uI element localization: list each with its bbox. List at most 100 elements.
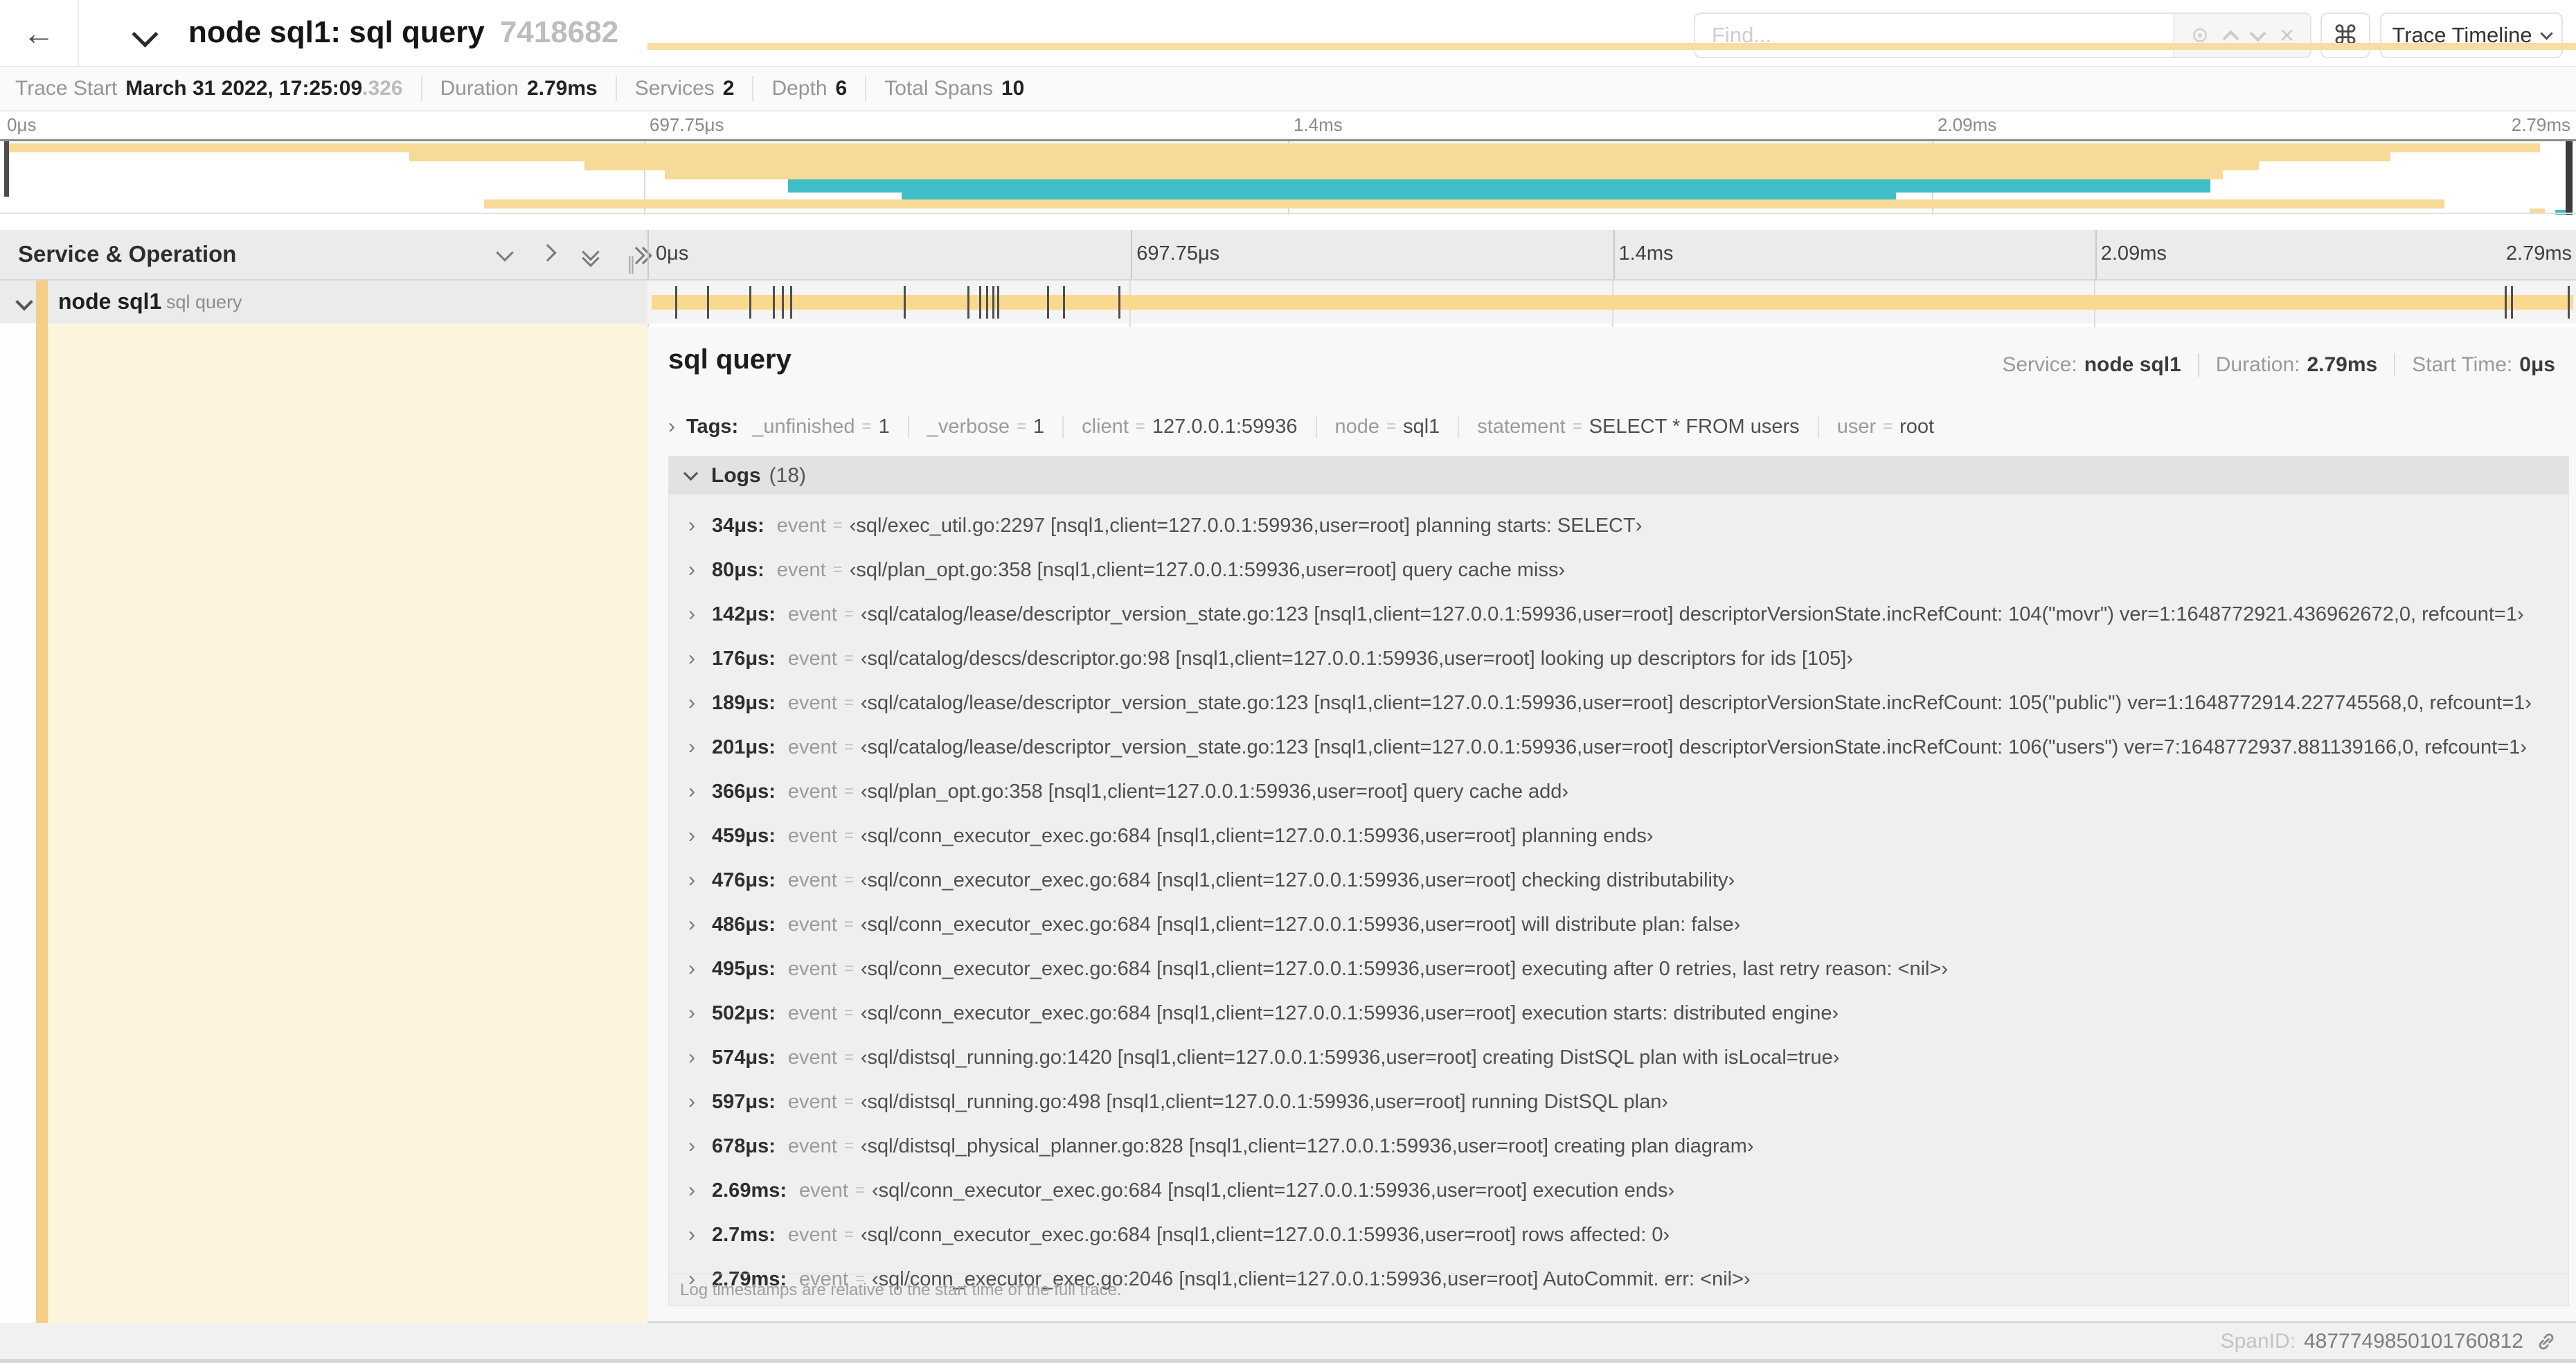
log-row[interactable]: › 486μs: event = ‹sql/conn_executor_exec.go:… [669, 902, 2568, 947]
span-detail-panel: sql query Service: node sql1 Duration: 2… [647, 327, 2576, 1323]
log-row[interactable]: › 366μs: event = ‹sql/plan_opt.go:358 [nsql1… [669, 769, 2568, 814]
span-service-name: node sql1 [58, 289, 162, 314]
service-value: node sql1 [2084, 353, 2181, 376]
log-row[interactable]: › 2.69ms: event = ‹sql/conn_executor_exec.go… [669, 1168, 2568, 1213]
back-button[interactable]: ← [0, 0, 79, 66]
log-value: ‹sql/catalog/lease/descriptor_version_st… [860, 736, 2527, 758]
log-expand-chevron-icon[interactable]: › [688, 780, 712, 803]
log-row[interactable]: › 459μs: event = ‹sql/conn_executor_exec.go:… [669, 814, 2568, 858]
log-value: ‹sql/conn_executor_exec.go:684 [nsql1,cl… [860, 957, 1949, 980]
log-row[interactable]: › 597μs: event = ‹sql/distsql_running.go:498… [669, 1080, 2568, 1124]
divider [2197, 353, 2199, 377]
log-equals: = [832, 560, 843, 579]
tick-label: 2.09ms [1938, 114, 1997, 135]
log-row[interactable]: › 189μs: event = ‹sql/catalog/lease/descript… [669, 681, 2568, 725]
collapse-trace-chevron-icon[interactable] [132, 21, 159, 48]
log-row[interactable]: › 495μs: event = ‹sql/conn_executor_exec.go:… [669, 947, 2568, 991]
minimap-range-handle-right[interactable] [2566, 141, 2573, 215]
minimap-range-handle-left[interactable] [4, 141, 9, 197]
log-expand-chevron-icon[interactable]: › [688, 514, 712, 537]
log-key: event [787, 1090, 837, 1113]
log-key: event [799, 1179, 848, 1202]
log-value: ‹sql/exec_util.go:2297 [nsql1,client=127… [849, 514, 1643, 537]
log-expand-chevron-icon[interactable]: › [688, 603, 712, 626]
tick-label: 2.09ms [2100, 242, 2167, 265]
deep-link-icon[interactable] [2534, 1330, 2558, 1353]
log-expand-chevron-icon[interactable]: › [688, 1134, 712, 1158]
log-key: event [787, 1134, 837, 1157]
log-equals: = [843, 959, 854, 978]
minimap-span-bar [5, 143, 2540, 152]
log-row[interactable]: › 502μs: event = ‹sql/conn_executor_exec.go:… [669, 991, 2568, 1035]
span-row[interactable]: node sql1 sql query [0, 280, 2576, 330]
log-expand-chevron-icon[interactable]: › [688, 868, 712, 892]
logs-collapse-chevron-icon[interactable] [683, 465, 699, 482]
log-timestamp: 142μs: [712, 603, 776, 625]
log-row[interactable]: › 2.7ms: event = ‹sql/conn_executor_exec.go:… [669, 1213, 2568, 1257]
logs-header[interactable]: Logs (18) [669, 456, 2568, 495]
expand-one-icon[interactable] [539, 244, 557, 262]
minimap-span-bar [409, 152, 2391, 161]
log-expand-chevron-icon[interactable]: › [688, 1090, 712, 1114]
log-expand-chevron-icon[interactable]: › [688, 647, 712, 670]
span-row-name-column[interactable]: node sql1 sql query [0, 280, 647, 323]
log-expand-chevron-icon[interactable]: › [688, 1179, 712, 1202]
log-row[interactable]: › 201μs: event = ‹sql/catalog/lease/descript… [669, 725, 2568, 769]
tags-expand-chevron-icon[interactable]: › [668, 415, 675, 438]
tag-value: sql1 [1403, 415, 1440, 438]
log-expand-chevron-icon[interactable]: › [688, 691, 712, 715]
find-group: ✕ [1694, 12, 2311, 58]
log-row[interactable]: › 80μs: event = ‹sql/plan_opt.go:358 [nsql1,… [669, 548, 2568, 592]
log-equals: = [843, 605, 854, 623]
span-color-strip [36, 280, 48, 323]
log-expand-chevron-icon[interactable]: › [688, 1223, 712, 1247]
find-input[interactable] [1695, 14, 2173, 57]
log-timestamp: 597μs: [712, 1090, 776, 1113]
depth-label: Depth [771, 77, 828, 100]
log-value: ‹sql/catalog/lease/descriptor_version_st… [860, 603, 2524, 625]
column-resize-grip[interactable]: ∥ [627, 253, 637, 275]
log-expand-chevron-icon[interactable]: › [688, 736, 712, 759]
log-equals: = [843, 1225, 854, 1244]
tag-value: 1 [878, 415, 890, 438]
log-expand-chevron-icon[interactable]: › [688, 824, 712, 848]
trace-view-selector[interactable]: Trace Timeline [2380, 12, 2563, 58]
keyboard-shortcuts-button[interactable]: ⌘ [2320, 12, 2370, 58]
tag-item: statement = SELECT * FROM users [1477, 415, 1819, 438]
minimap-canvas[interactable] [0, 139, 2576, 215]
prev-match-icon[interactable] [2222, 27, 2239, 47]
span-collapse-chevron-icon[interactable] [15, 293, 33, 312]
bottom-strip: SpanID: 4877749850101760812 [0, 1323, 2576, 1363]
window-bottom-edge [0, 1359, 2576, 1363]
collapse-one-icon[interactable] [496, 244, 514, 262]
duration-label: Duration: [2215, 353, 2300, 376]
log-expand-chevron-icon[interactable]: › [688, 957, 712, 981]
log-row[interactable]: › 476μs: event = ‹sql/conn_executor_exec.go:… [669, 858, 2568, 902]
collapse-all-icon[interactable] [582, 242, 600, 267]
log-row[interactable]: › 34μs: event = ‹sql/exec_util.go:2297 [nsql… [669, 504, 2568, 548]
log-marker-tick [2567, 286, 2570, 319]
log-expand-chevron-icon[interactable]: › [688, 558, 712, 582]
tag-item: _unfinished = 1 [752, 415, 909, 438]
log-row[interactable]: › 176μs: event = ‹sql/catalog/descs/descript… [669, 636, 2568, 681]
log-equals: = [843, 1048, 854, 1067]
log-row[interactable]: › 142μs: event = ‹sql/catalog/lease/descript… [669, 592, 2568, 636]
log-expand-chevron-icon[interactable]: › [688, 1046, 712, 1069]
log-row[interactable]: › 678μs: event = ‹sql/distsql_physical_plann… [669, 1124, 2568, 1168]
log-equals: = [843, 649, 854, 668]
next-match-icon[interactable] [2249, 24, 2266, 44]
log-expand-chevron-icon[interactable]: › [688, 1001, 712, 1025]
log-equals: = [843, 1137, 854, 1155]
span-row-timeline[interactable] [647, 280, 2576, 330]
log-value: ‹sql/conn_executor_exec.go:684 [nsql1,cl… [860, 824, 1654, 847]
top-header: ← node sql1: sql query 7418682 ✕ ⌘ Trace … [0, 0, 2576, 67]
tags-row[interactable]: › Tags: _unfinished = 1 _verbose = 1 client = 12… [668, 409, 2555, 445]
tick-label: 1.4ms [1618, 242, 1674, 265]
trace-title-text: node sql1: sql query [188, 15, 485, 49]
log-marker-tick [967, 286, 970, 319]
tag-item: _verbose = 1 [927, 415, 1064, 438]
log-expand-chevron-icon[interactable]: › [688, 913, 712, 936]
tick-label: 0μs [656, 242, 689, 265]
log-value: ‹sql/conn_executor_exec.go:684 [nsql1,cl… [860, 913, 1741, 936]
log-row[interactable]: › 574μs: event = ‹sql/distsql_running.go:142… [669, 1035, 2568, 1080]
